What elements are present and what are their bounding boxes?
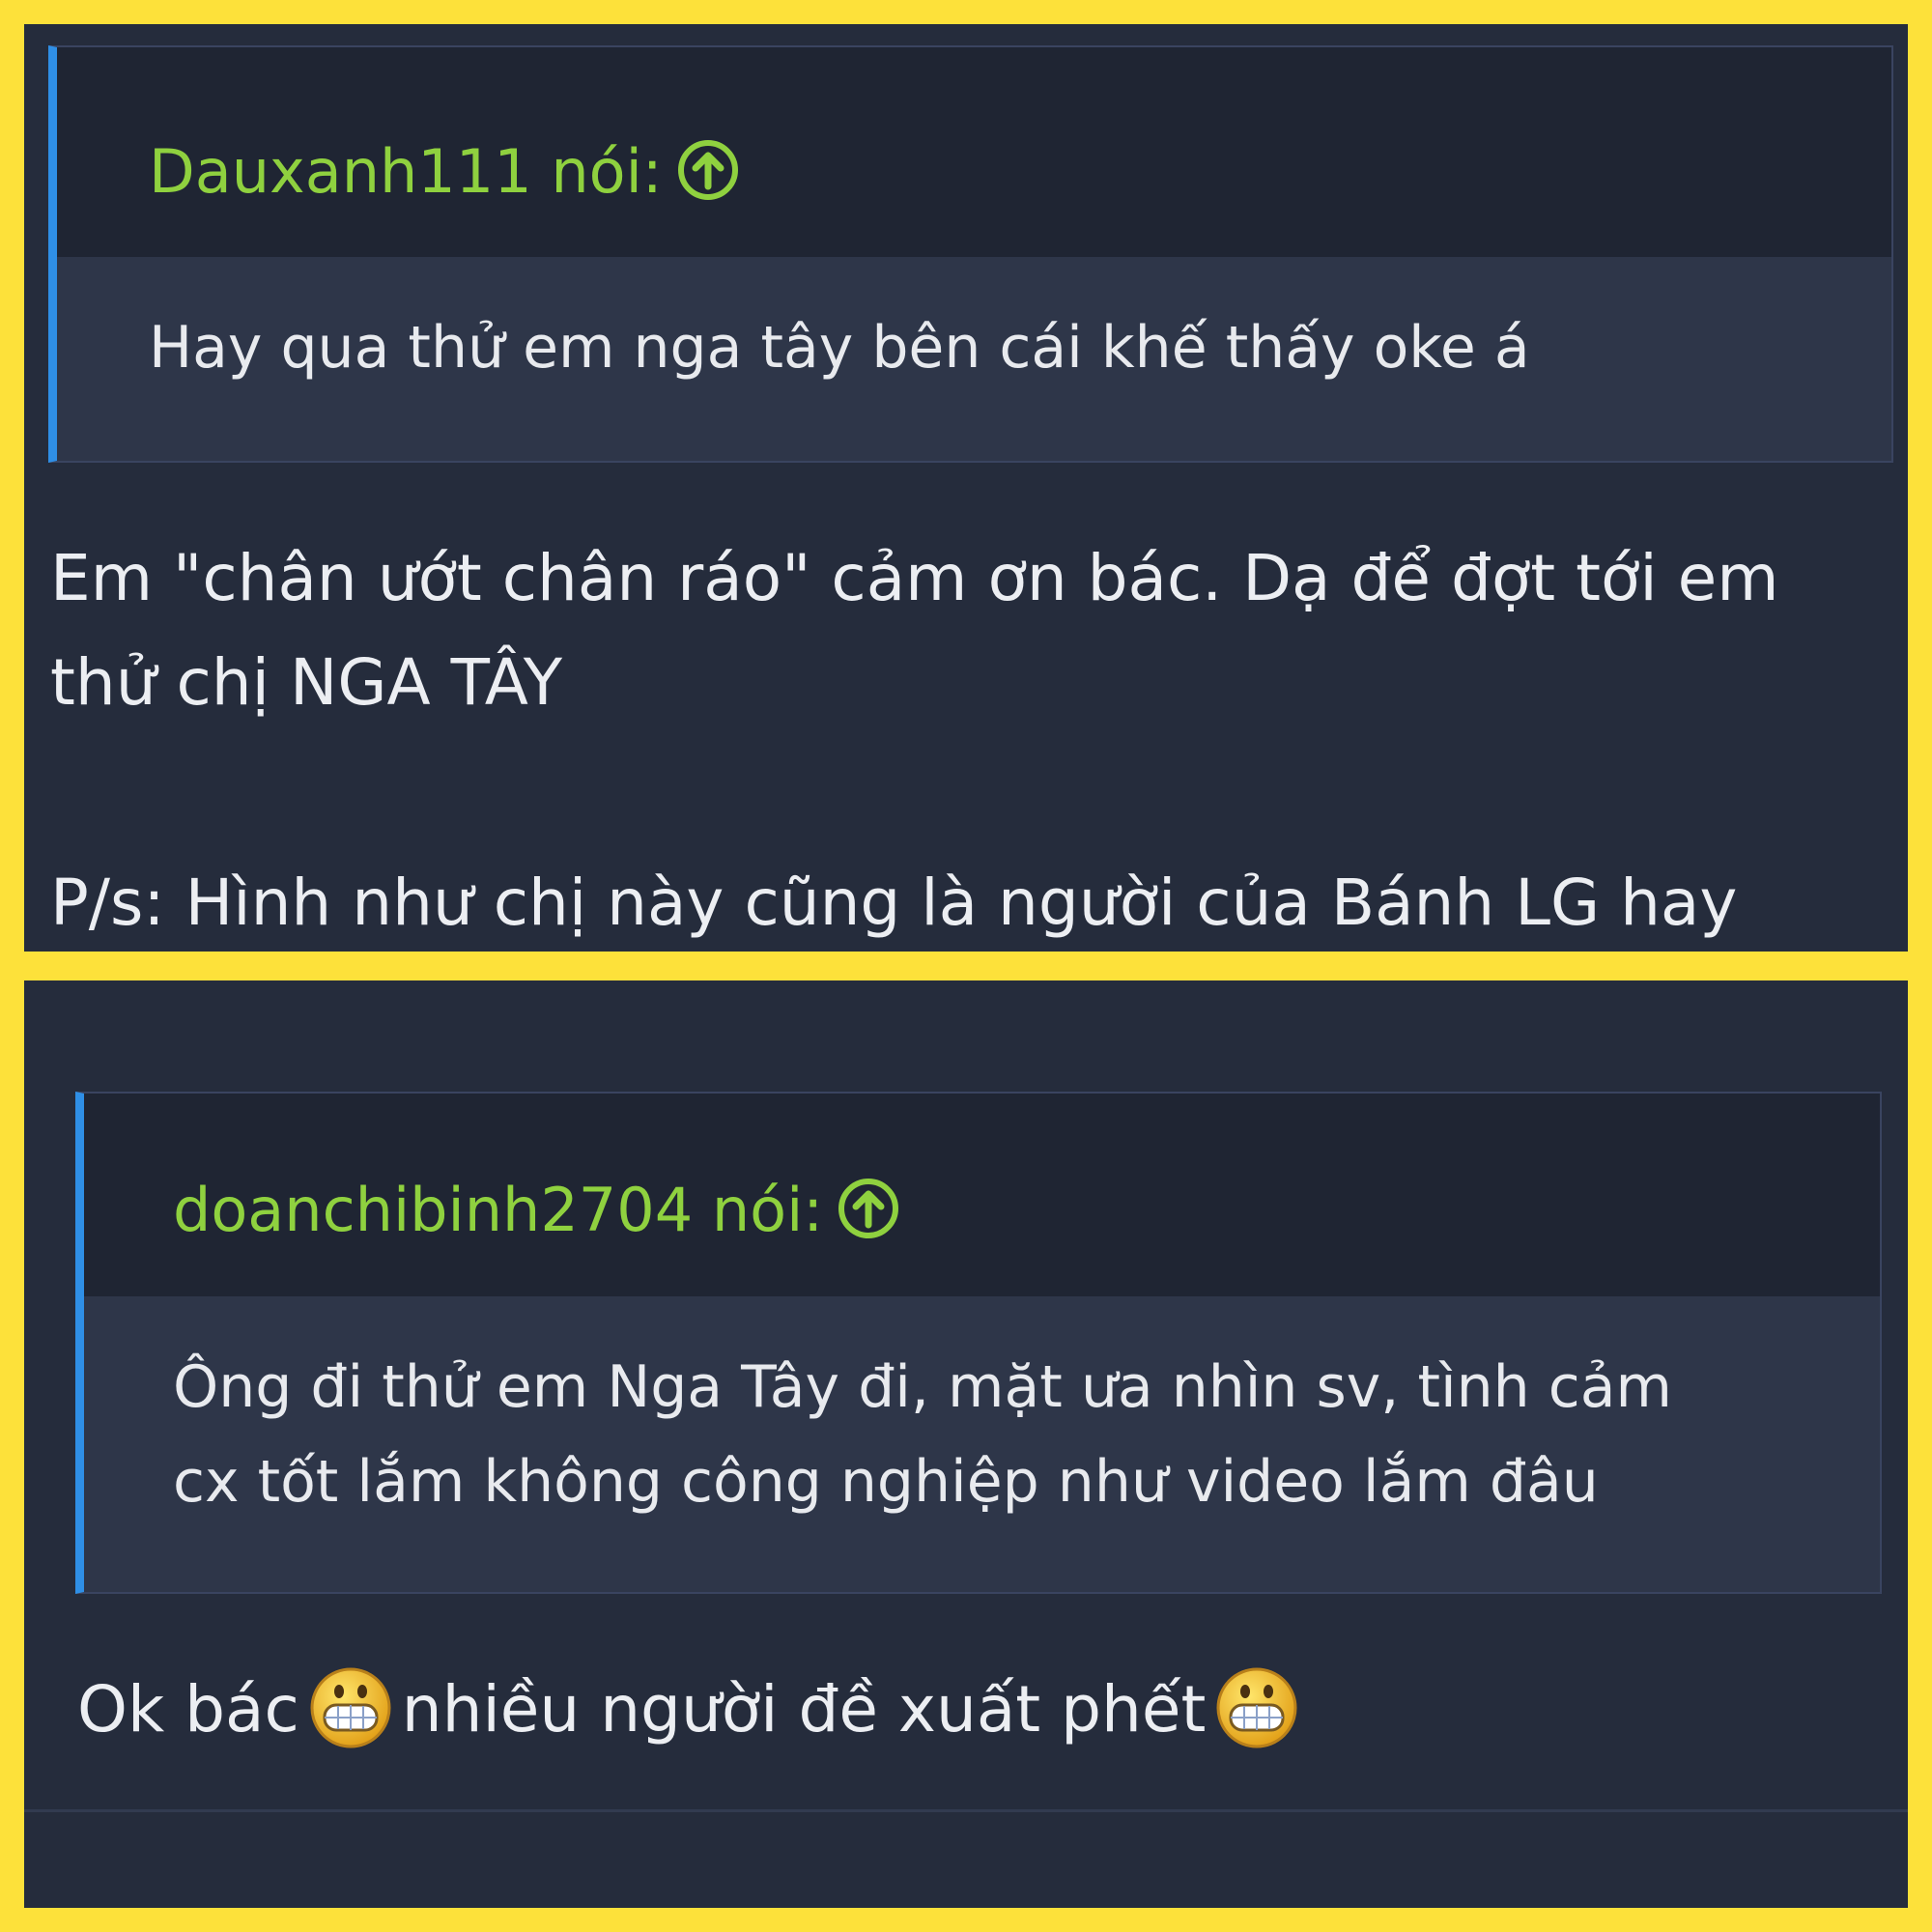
quote-line: cx tốt lắm không công nghiệp như video l… xyxy=(173,1448,1599,1516)
grinning-smiley-icon xyxy=(1215,1666,1298,1749)
quote-author-row[interactable]: doanchibinh2704 nói: xyxy=(173,1177,900,1246)
grinning-smiley-icon xyxy=(309,1666,392,1749)
quote-author[interactable]: Dauxanh111 nói: xyxy=(149,136,663,207)
post-message: Em "chân ướt chân ráo" cảm ơn bác. Dạ để… xyxy=(50,526,1779,735)
reply-text: nhiều người đề xuất phết xyxy=(401,1672,1207,1747)
post-divider xyxy=(24,1809,1908,1812)
post-panel-2: doanchibinh2704 nói: Ông đi thử em Nga T… xyxy=(24,980,1908,1908)
quote-author[interactable]: doanchibinh2704 nói: xyxy=(173,1175,823,1245)
quote-block: doanchibinh2704 nói: Ông đi thử em Nga T… xyxy=(75,1092,1882,1594)
post-ps-line: P/s: Hình như chị này cũng là người của … xyxy=(50,851,1737,952)
quote-line: Hay qua thử em nga tây bên cái khế thấy … xyxy=(149,314,1530,382)
reply-text: Ok bác xyxy=(77,1672,299,1747)
arrow-up-circle-icon[interactable] xyxy=(837,1177,900,1240)
post-line: P/s: Hình như chị này cũng là người của … xyxy=(50,866,1738,940)
arrow-up-circle-icon[interactable] xyxy=(676,138,740,202)
quote-line: Ông đi thử em Nga Tây đi, mặt ưa nhìn sv… xyxy=(173,1353,1672,1421)
quote-text: Ông đi thử em Nga Tây đi, mặt ưa nhìn sv… xyxy=(173,1340,1672,1529)
quote-text: Hay qua thử em nga tây bên cái khế thấy … xyxy=(149,300,1530,395)
quote-author-row[interactable]: Dauxanh111 nói: xyxy=(149,139,740,208)
reply-message: Ok bác nhiều người đề xuất phết xyxy=(77,1657,1308,1763)
post-line: thử chị NGA TÂY xyxy=(50,645,563,720)
post-panel-1: Dauxanh111 nói: Hay qua thử em nga tây b… xyxy=(24,24,1908,952)
quote-block: Dauxanh111 nói: Hay qua thử em nga tây b… xyxy=(48,45,1893,463)
post-line: Em "chân ướt chân ráo" cảm ơn bác. Dạ để… xyxy=(50,541,1779,615)
